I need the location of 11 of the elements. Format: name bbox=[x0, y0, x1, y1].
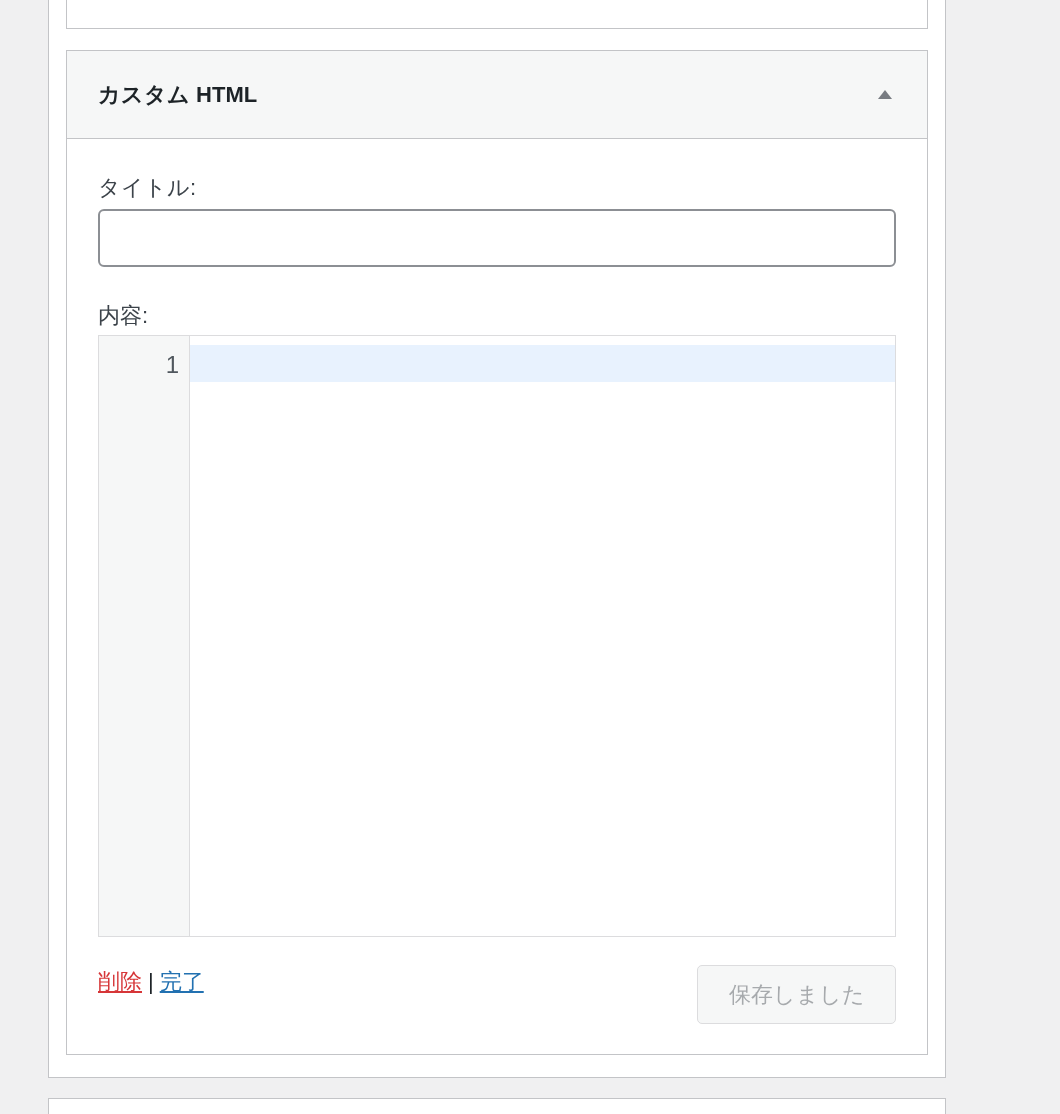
done-link[interactable]: 完了 bbox=[159, 967, 204, 997]
widget-header[interactable]: カスタム HTML bbox=[67, 51, 927, 139]
title-field[interactable] bbox=[98, 209, 896, 267]
line-number: 1 bbox=[164, 350, 180, 380]
delete-link[interactable]: 削除 bbox=[98, 967, 142, 997]
code-editor[interactable]: 1 bbox=[98, 335, 896, 937]
field-label: 内容: bbox=[98, 302, 150, 330]
field-label: タイトル: bbox=[98, 174, 198, 202]
widget-title: カスタム HTML bbox=[98, 80, 258, 109]
separator: | bbox=[148, 969, 154, 995]
collapse-arrow-icon[interactable] bbox=[878, 90, 892, 99]
